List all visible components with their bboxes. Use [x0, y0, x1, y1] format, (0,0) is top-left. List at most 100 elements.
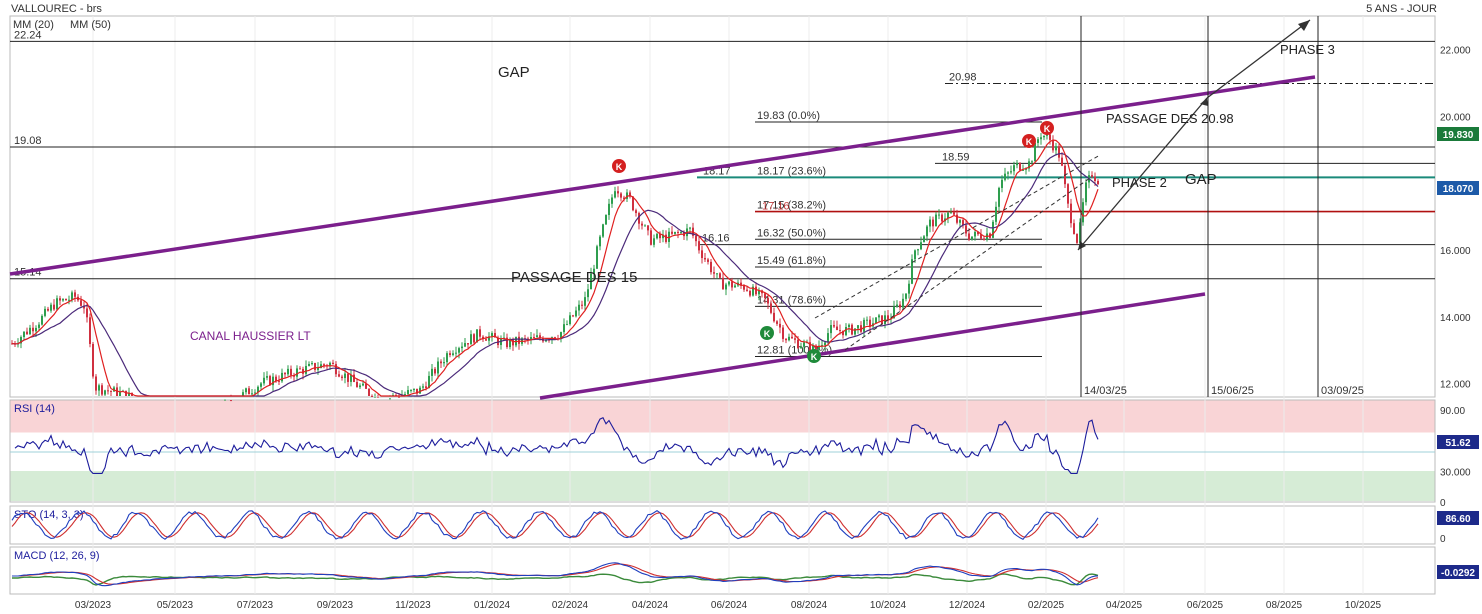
candle-body [617, 191, 619, 194]
candle-body [335, 364, 337, 375]
candle-body [410, 389, 412, 391]
candle-body [719, 273, 721, 278]
candle-body [602, 224, 604, 237]
candle-body [1001, 179, 1003, 188]
candle-body [251, 393, 253, 395]
level-label: 22.24 [14, 29, 42, 41]
candle-body [47, 308, 49, 311]
candle-body [935, 214, 937, 227]
candle-body [434, 368, 436, 374]
candle-body [611, 197, 613, 204]
candle-body [1007, 172, 1009, 174]
candle-body [932, 219, 934, 227]
candle-body [287, 368, 289, 375]
candle-body [1013, 165, 1015, 172]
x-tick-label: 10/2024 [870, 600, 907, 611]
candle-body [974, 231, 976, 237]
candle-body [1085, 182, 1087, 203]
candle-body [38, 324, 40, 328]
gap-label-2: GAP [1185, 171, 1217, 188]
candle-body [470, 334, 472, 345]
candle-body [998, 187, 1000, 207]
macd-badge: -0.0292 [1437, 565, 1479, 579]
candle-body [794, 338, 796, 340]
candle-body [905, 293, 907, 299]
candle-body [224, 399, 226, 401]
candle-body [575, 310, 577, 317]
candle-body [1019, 162, 1021, 171]
candle-body [296, 368, 298, 377]
candle-body [347, 373, 349, 382]
candle-body [1055, 146, 1057, 151]
candle-body [1058, 146, 1060, 158]
candle-body [671, 231, 673, 234]
k-marker-green-2: K [807, 349, 821, 363]
x-tick-label: 01/2024 [474, 600, 511, 611]
candle-body [533, 337, 535, 339]
svg-text:18.070: 18.070 [1443, 184, 1474, 195]
candle-body [920, 242, 922, 250]
x-tick-label: 02/2025 [1028, 600, 1065, 611]
candle-body [1040, 137, 1042, 140]
candle-body [230, 400, 232, 402]
rsi-overbought-zone [10, 400, 1435, 433]
k-marker-red-1: K [612, 159, 626, 173]
panel-frames [9, 15, 1436, 595]
candle-body [371, 395, 373, 397]
candle-body [1082, 202, 1084, 223]
price-tick: 20.000 [1440, 112, 1471, 123]
candle-body [839, 330, 841, 332]
candle-body [1091, 175, 1093, 177]
candle-body [458, 348, 460, 353]
candle-body [80, 300, 82, 306]
candle-body [536, 335, 538, 338]
candle-body [407, 390, 409, 395]
level-label: 19.08 [14, 135, 42, 147]
candle-body [1034, 142, 1036, 162]
candle-body [446, 353, 448, 363]
candle-body [911, 259, 913, 284]
candle-body [722, 277, 724, 290]
candle-body [92, 343, 94, 377]
candle-body [746, 289, 748, 291]
candle-body [461, 346, 463, 349]
candle-body [512, 339, 514, 346]
candle-body [713, 272, 715, 274]
candle-body [917, 249, 919, 251]
candle-body [878, 315, 880, 318]
candle-body [881, 315, 883, 325]
gap-label-1: GAP [498, 64, 530, 81]
candle-body [374, 396, 376, 398]
candle-body [770, 303, 772, 313]
candle-body [62, 298, 64, 301]
candle-body [1004, 173, 1006, 180]
candle-body [707, 259, 709, 262]
candle-body [734, 285, 736, 288]
candle-body [455, 352, 457, 354]
candle-body [710, 261, 712, 273]
candle-body [107, 390, 109, 392]
candle-body [599, 236, 601, 247]
candle-body [248, 388, 250, 395]
candle-body [779, 323, 781, 328]
candle-body [566, 324, 568, 326]
candle-body [1037, 139, 1039, 143]
x-tick-label: 02/2024 [552, 600, 589, 611]
stoch-badge: 86.60 [1437, 511, 1479, 525]
candle-body [101, 385, 103, 395]
candle-body [581, 304, 583, 306]
candle-body [491, 333, 493, 337]
macd-panel [9, 546, 1436, 595]
svg-text:K: K [1044, 124, 1051, 134]
candle-body [317, 368, 319, 370]
candle-body [245, 388, 247, 393]
rsi-oversold-zone [10, 471, 1435, 501]
candle-body [29, 327, 31, 335]
x-tick-label: 06/2024 [711, 600, 748, 611]
candle-body [863, 319, 865, 332]
x-tick-label: 03/2023 [75, 600, 112, 611]
candle-body [677, 231, 679, 233]
candle-body [443, 362, 445, 364]
fib-overlap-label: 17.16 [762, 201, 790, 213]
candle-body [656, 233, 658, 239]
